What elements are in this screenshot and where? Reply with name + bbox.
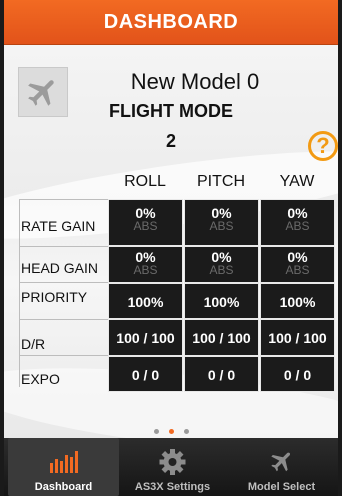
help-button[interactable]: ?: [308, 131, 338, 161]
tab-label: Dashboard: [34, 481, 93, 493]
airplane-icon: [226, 446, 337, 476]
app-screen: DASHBOARD New Model 0 FLIGHT MODE 2 ? RO…: [0, 0, 342, 496]
page-title: DASHBOARD: [103, 11, 239, 33]
cell-mode: ABS: [285, 219, 310, 233]
cell-value: 100%: [127, 294, 164, 310]
cell-value: 0 / 0: [131, 367, 160, 383]
row-label-priority: PRIORITY: [21, 289, 88, 305]
cell-value: 0 / 0: [283, 367, 312, 383]
dr-roll-cell[interactable]: 100 / 100: [108, 319, 183, 356]
priority-roll-cell[interactable]: 100%: [108, 283, 183, 319]
cell-value: 100 / 100: [116, 330, 175, 346]
head-gain-yaw-cell[interactable]: 0% ABS: [260, 246, 335, 283]
row-label-rate-gain: RATE GAIN: [21, 218, 96, 234]
tab-bar: Dashboard AS3X Settings Model Select: [4, 438, 338, 496]
tab-model-select[interactable]: Model Select: [226, 438, 337, 496]
page-indicator[interactable]: [4, 421, 338, 438]
gear-icon: [117, 446, 228, 476]
row-label-dr: D/R: [21, 336, 46, 352]
model-name: New Model 0: [130, 69, 260, 94]
tab-label: Model Select: [247, 481, 316, 493]
dashboard-content: New Model 0 FLIGHT MODE 2 ? ROLL PITCH Y…: [4, 45, 338, 438]
tab-label: AS3X Settings: [134, 481, 211, 493]
row-label-head-gain: HEAD GAIN: [21, 260, 99, 276]
page-dot-active[interactable]: [168, 429, 174, 434]
cell-mode: ABS: [209, 263, 234, 277]
bar-chart-icon: [8, 446, 119, 476]
page-dot[interactable]: [183, 429, 189, 434]
cell-mode: ABS: [285, 263, 310, 277]
row-divider: [19, 199, 109, 200]
tab-as3x-settings[interactable]: AS3X Settings: [117, 438, 228, 496]
cell-value: 0 / 0: [207, 367, 236, 383]
row-label-expo: EXPO: [21, 371, 60, 387]
expo-roll-cell[interactable]: 0 / 0: [108, 356, 183, 392]
cell-mode: ABS: [133, 219, 158, 233]
head-gain-pitch-cell[interactable]: 0% ABS: [184, 246, 259, 283]
expo-yaw-cell[interactable]: 0 / 0: [260, 356, 335, 392]
page-dot[interactable]: [153, 429, 159, 434]
rate-gain-roll-cell[interactable]: 0% ABS: [108, 199, 183, 246]
head-gain-roll-cell[interactable]: 0% ABS: [108, 246, 183, 283]
cell-mode: ABS: [209, 219, 234, 233]
tab-dashboard[interactable]: Dashboard: [8, 438, 119, 496]
rate-gain-pitch-cell[interactable]: 0% ABS: [184, 199, 259, 246]
cell-value: 100 / 100: [268, 330, 327, 346]
priority-pitch-cell[interactable]: 100%: [184, 283, 259, 319]
column-header-yaw: YAW: [279, 173, 315, 190]
flight-mode-label: FLIGHT MODE: [109, 101, 233, 121]
cell-value: 100%: [203, 294, 240, 310]
header-bar: DASHBOARD: [4, 0, 338, 45]
dr-yaw-cell[interactable]: 100 / 100: [260, 319, 335, 356]
row-divider: [19, 319, 109, 320]
cell-value: 100%: [279, 294, 316, 310]
rate-gain-yaw-cell[interactable]: 0% ABS: [260, 199, 335, 246]
dr-pitch-cell[interactable]: 100 / 100: [184, 319, 259, 356]
row-divider: [19, 282, 109, 283]
expo-pitch-cell[interactable]: 0 / 0: [184, 356, 259, 392]
row-divider: [19, 246, 109, 247]
row-divider: [19, 355, 109, 356]
cell-value: 100 / 100: [192, 330, 251, 346]
column-header-pitch: PITCH: [197, 173, 245, 190]
cell-mode: ABS: [133, 263, 158, 277]
flight-mode-value: 2: [165, 131, 176, 151]
priority-yaw-cell[interactable]: 100%: [260, 283, 335, 319]
column-header-roll: ROLL: [124, 173, 166, 190]
